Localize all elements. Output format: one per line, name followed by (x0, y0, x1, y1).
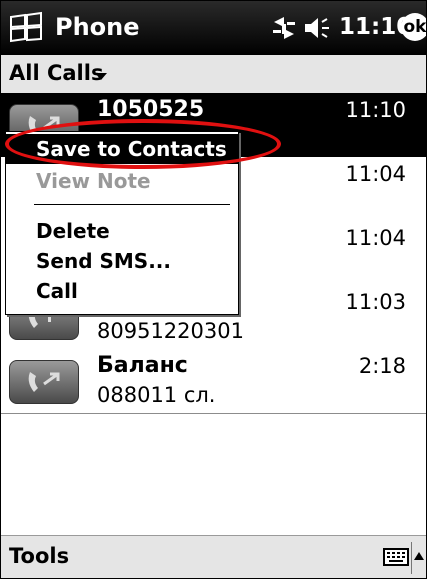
filter-label[interactable]: All Calls (9, 61, 103, 85)
call-name: Баланс (97, 353, 188, 378)
call-time: 11:10 (345, 98, 406, 122)
call-time: 11:03 (345, 290, 406, 314)
title-bar: Phone 11:10 ok (1, 1, 426, 55)
menu-item-send-sms[interactable]: Send SMS... (6, 246, 238, 276)
menu-item-call[interactable]: Call (6, 276, 238, 306)
call-number: 088011 сл. (97, 383, 216, 407)
call-time: 2:18 (358, 354, 406, 378)
call-time: 11:04 (345, 226, 406, 250)
status-icons: 11:10 ok (271, 12, 426, 44)
menu-item-delete[interactable]: Delete (6, 216, 238, 246)
call-row[interactable]: Баланс 088011 сл. 2:18 (1, 349, 426, 414)
call-time: 11:04 (345, 162, 406, 186)
highlight-ring (5, 119, 281, 169)
menu-bar: Tools (1, 535, 426, 578)
outgoing-call-icon (9, 360, 79, 404)
windows-start-icon[interactable] (7, 11, 45, 45)
keyboard-icon[interactable] (383, 547, 409, 567)
menu-separator (34, 204, 230, 205)
sip-divider (411, 542, 412, 574)
menu-item-view-note: View Note (36, 169, 151, 193)
app-title: Phone (55, 13, 140, 41)
call-number: 80951220301 (97, 319, 244, 343)
caret-down-icon[interactable] (95, 73, 107, 80)
call-filter-dropdown[interactable]: All Calls (1, 55, 426, 94)
arrow-up-icon[interactable] (414, 552, 424, 560)
volume-icon[interactable] (303, 16, 333, 40)
tools-menu[interactable]: Tools (9, 544, 69, 568)
phone-window: Phone 11:10 ok All Calls 1050525 11:10 1… (0, 0, 427, 579)
connectivity-icon[interactable] (271, 14, 297, 42)
ok-button[interactable]: ok (401, 13, 426, 41)
